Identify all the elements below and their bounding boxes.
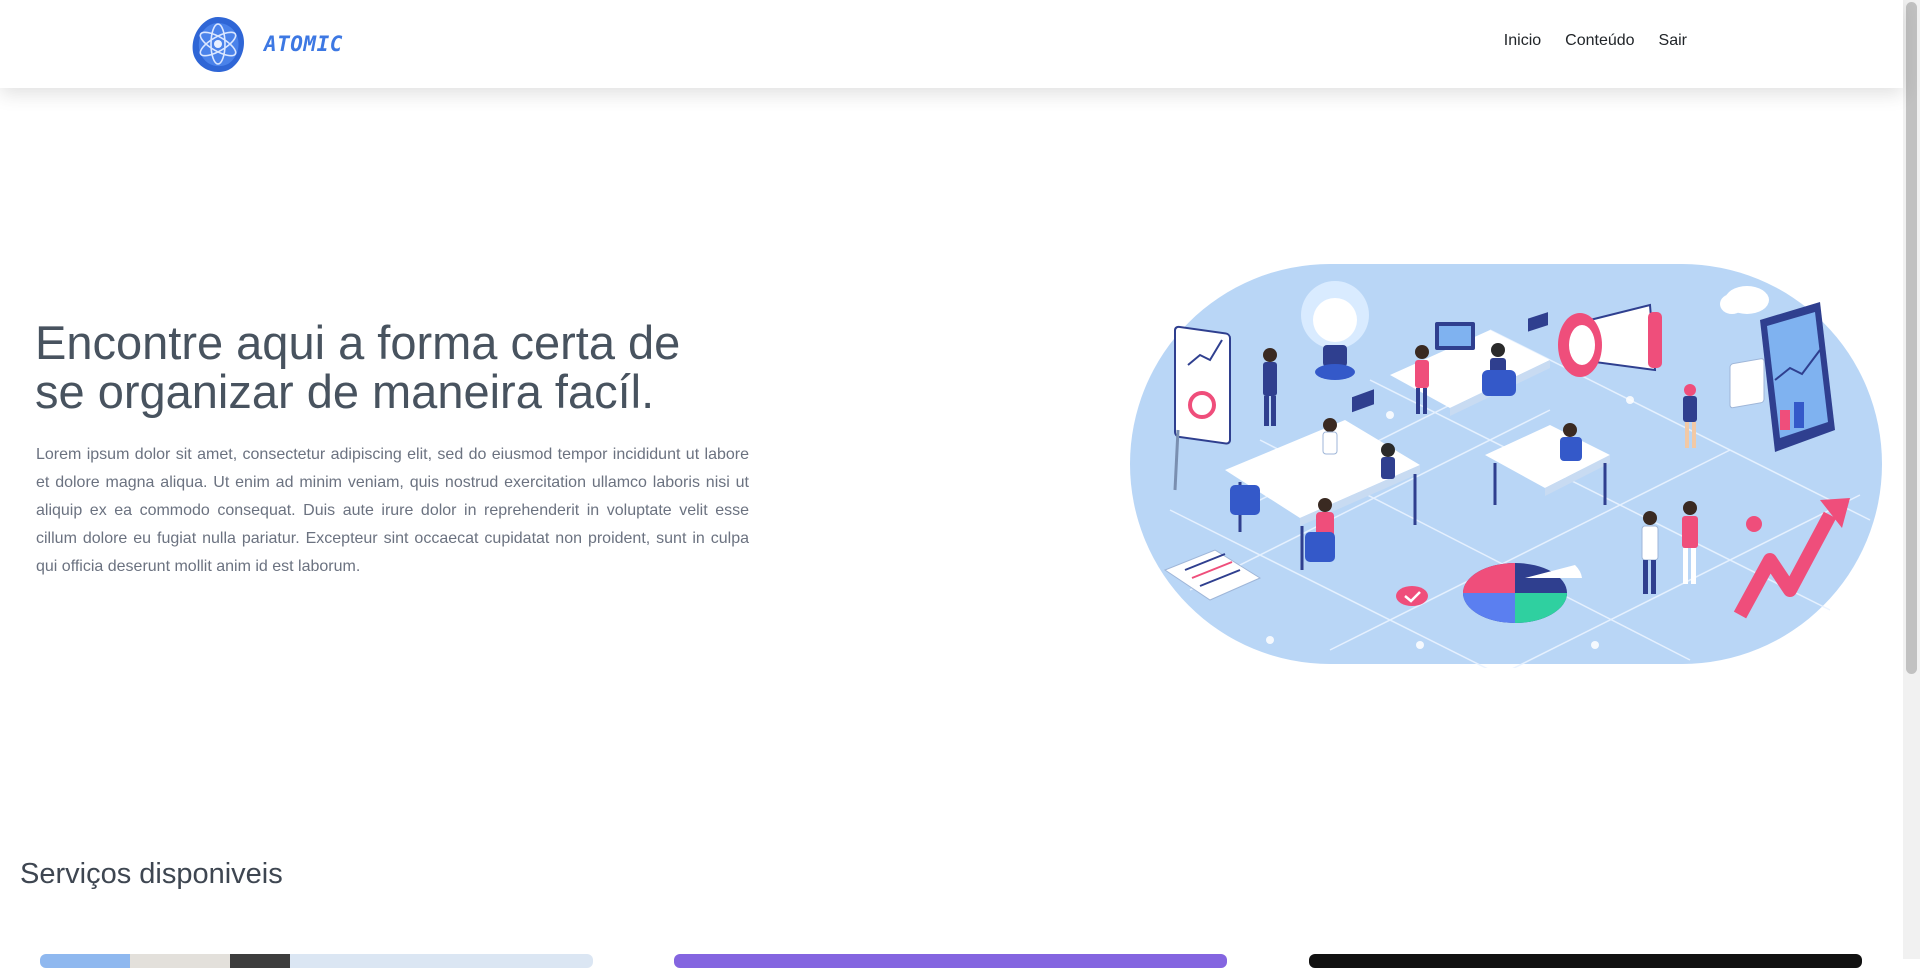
services-section-title: Serviços disponiveis [20,858,283,890]
brand-name: ATOMIC [264,32,343,56]
service-card-1[interactable] [40,954,593,968]
nav-link-conteudo[interactable]: Conteúdo [1565,32,1634,50]
navbar: ATOMIC Inicio Conteúdo Sair [0,0,1903,88]
brand-home-link[interactable]: ATOMIC [190,15,343,73]
service-card-2[interactable] [674,954,1227,968]
service-card-3[interactable] [1309,954,1862,968]
page-scrollbar[interactable] [1903,0,1920,959]
scrollbar-thumb[interactable] [1906,2,1917,674]
isometric-office-illustration [1130,264,1882,668]
main-nav: Inicio Conteúdo Sair [1480,32,1687,50]
hero-paragraph: Lorem ipsum dolor sit amet, consectetur … [36,446,749,575]
atom-logo-icon [192,17,244,72]
nav-link-sair[interactable]: Sair [1659,32,1687,50]
hero-title-line-1: Encontre aqui a forma certa de [35,316,681,369]
nav-link-inicio[interactable]: Inicio [1504,32,1541,50]
hero-title-line-2: se organizar de maneira facíl. [35,365,655,418]
hero-title: Encontre aqui a forma certa de se organi… [35,318,775,416]
